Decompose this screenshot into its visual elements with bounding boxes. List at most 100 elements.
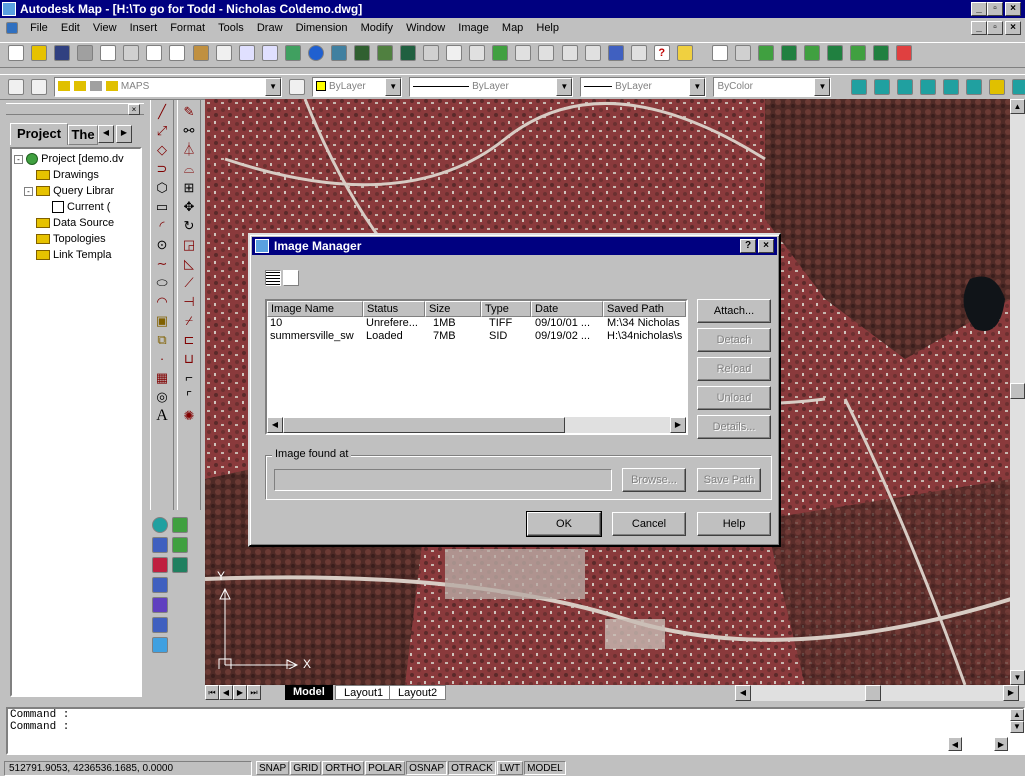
zoom-extents-icon[interactable]	[584, 45, 601, 61]
hatch-icon[interactable]: ▦	[155, 371, 169, 385]
chamfer-icon[interactable]: ⌐	[182, 371, 196, 385]
map-overlay-icon[interactable]	[965, 79, 982, 95]
plotstyle-combo[interactable]: ByColor ▼	[713, 77, 832, 97]
tree-item-project[interactable]: - Project [demo.dv	[14, 151, 140, 167]
menu-draw[interactable]: Draw	[257, 22, 283, 34]
menu-modify[interactable]: Modify	[361, 22, 393, 34]
model-toggle[interactable]: MODEL	[524, 761, 566, 775]
map-topology-icon[interactable]	[896, 79, 913, 95]
map-chart-icon[interactable]	[896, 45, 913, 61]
mirror-icon[interactable]: ⏃	[182, 143, 196, 157]
color-combo[interactable]: ByLayer ▼	[312, 77, 403, 97]
col-header-size[interactable]: Size	[425, 301, 481, 317]
ucs-icon[interactable]	[446, 45, 463, 61]
named-views-icon[interactable]	[469, 45, 486, 61]
cubes3-icon[interactable]	[152, 617, 168, 633]
collapse-icon[interactable]: -	[24, 186, 33, 196]
help-icon[interactable]: ?	[653, 45, 670, 61]
dialog-help-button[interactable]: ?	[740, 239, 756, 253]
layer-manager-icon[interactable]	[8, 79, 24, 95]
dialog-titlebar[interactable]: Image Manager ? ×	[252, 237, 777, 255]
chevron-down-icon[interactable]: ▼	[385, 78, 402, 96]
maximize-button[interactable]: ▫	[987, 2, 1003, 16]
print-preview-icon[interactable]	[100, 45, 117, 61]
line-icon[interactable]: ╱	[155, 105, 169, 119]
insert-block-icon[interactable]: ▣	[155, 314, 169, 328]
menu-format[interactable]: Format	[170, 22, 205, 34]
mtext-icon[interactable]: A	[155, 408, 169, 424]
dbconnect-icon[interactable]	[400, 45, 417, 61]
menu-insert[interactable]: Insert	[130, 22, 158, 34]
rectangle-icon[interactable]: ▭	[155, 200, 169, 214]
collapse-icon[interactable]: -	[14, 154, 23, 164]
map-analysis-icon[interactable]	[919, 79, 936, 95]
map-query-icon[interactable]	[850, 79, 867, 95]
scale-icon[interactable]: ◲	[182, 238, 196, 252]
dialog-close-button[interactable]: ×	[758, 239, 774, 253]
osnap-toggle[interactable]: OSNAP	[406, 761, 448, 775]
arrows-icon[interactable]	[152, 637, 168, 653]
command-scroll-right[interactable]: ▶	[994, 737, 1008, 751]
scroll-left-icon[interactable]: ◀	[735, 685, 751, 701]
polyline-icon[interactable]: ◇	[155, 143, 169, 157]
lwt-toggle[interactable]: LWT	[496, 761, 524, 775]
list-view-icon[interactable]	[265, 270, 281, 286]
map-tool2-icon[interactable]	[734, 45, 751, 61]
copy-object-icon[interactable]: ⚯	[182, 124, 196, 138]
map-tool8-icon[interactable]	[873, 45, 890, 61]
menu-window[interactable]: Window	[406, 22, 445, 34]
tab-model[interactable]: Model	[285, 685, 333, 700]
cubes-icon[interactable]	[152, 577, 168, 593]
zoom-previous-icon[interactable]	[561, 45, 578, 61]
col-header-status[interactable]: Status	[363, 301, 425, 317]
layer-previous-icon[interactable]	[31, 79, 48, 95]
zoom-window-icon[interactable]	[538, 45, 555, 61]
make-current-icon[interactable]	[289, 79, 306, 95]
tab-project[interactable]: Project	[10, 123, 68, 145]
command-scroll-down[interactable]: ▼	[1010, 721, 1024, 733]
map-tool4-icon[interactable]	[781, 45, 798, 61]
map-tool6-icon[interactable]	[827, 45, 844, 61]
menu-tools[interactable]: Tools	[218, 22, 244, 34]
image-list[interactable]: Image Name Status Size Type Date Saved P…	[265, 299, 688, 435]
map-network-icon[interactable]	[988, 79, 1005, 95]
join-icon[interactable]: ⊔	[182, 352, 196, 366]
workspace-grip[interactable]	[6, 103, 144, 115]
workspace-close-icon[interactable]: ×	[128, 104, 140, 115]
tab-layout1[interactable]: Layout1	[335, 685, 393, 700]
detach-button[interactable]: Detach	[697, 328, 771, 352]
map-layer-icon[interactable]	[873, 79, 890, 95]
stack2-icon[interactable]	[172, 537, 188, 553]
scroll-up-icon[interactable]: ▲	[1010, 99, 1025, 114]
explode-icon[interactable]: ✺	[182, 409, 196, 423]
tree-view-icon[interactable]	[283, 270, 299, 286]
break-icon[interactable]: ⌿	[182, 314, 196, 328]
col-header-date[interactable]: Date	[531, 301, 603, 317]
map-display-icon[interactable]	[1011, 79, 1025, 95]
trim-icon[interactable]: ⟋	[182, 276, 196, 290]
ok-button[interactable]: OK	[526, 511, 602, 537]
doc-restore-button[interactable]: ▫	[987, 21, 1003, 35]
col-header-name[interactable]: Image Name	[267, 301, 363, 317]
prev-tab-icon[interactable]: ◀	[219, 685, 233, 700]
ellipse-icon[interactable]: ⬭	[155, 276, 169, 290]
array-icon[interactable]: ⊞	[182, 181, 196, 195]
close-button[interactable]: ×	[1005, 2, 1021, 16]
menu-help[interactable]: Help	[536, 22, 559, 34]
tree-item-current-query[interactable]: Current (	[14, 199, 140, 215]
command-window[interactable]: Command : Command : ▲ ▼ ◀ ▶	[6, 707, 1025, 755]
coordinate-readout[interactable]: 512791.9053, 4236536.1685, 0.0000	[4, 761, 252, 776]
cube-icon[interactable]	[152, 557, 168, 573]
attach-button[interactable]: Attach...	[697, 299, 771, 323]
redo-icon[interactable]	[261, 45, 278, 61]
construction-line-icon[interactable]: ⤢	[155, 124, 169, 138]
hexagon-icon[interactable]: ⬡	[155, 181, 169, 195]
polygon-icon[interactable]: ⊃	[155, 162, 169, 176]
last-tab-icon[interactable]: ⏭	[247, 685, 261, 700]
fillet-icon[interactable]: ⌜	[182, 390, 196, 404]
map-tool5-icon[interactable]	[804, 45, 821, 61]
minimize-button[interactable]: _	[971, 2, 987, 16]
layer-combo[interactable]: MAPS ▼	[54, 77, 283, 97]
print-icon[interactable]	[77, 45, 94, 61]
toolpalette-icon[interactable]	[377, 45, 393, 61]
